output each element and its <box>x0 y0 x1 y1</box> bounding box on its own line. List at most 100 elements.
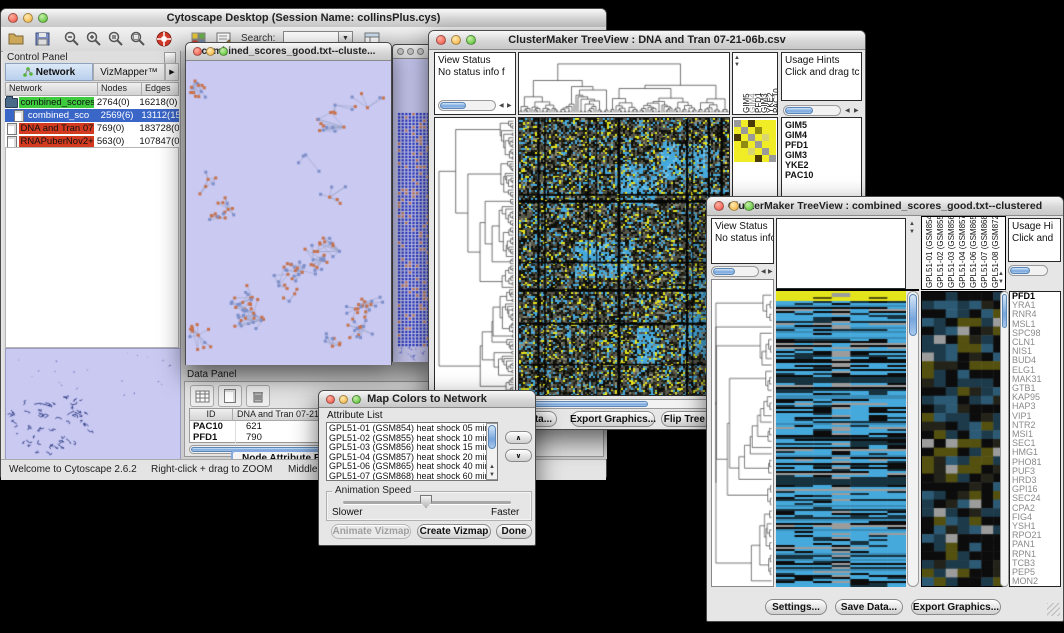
attribute-list-item[interactable]: GPL51-07 (GSM868) heat shock 60 min <box>327 472 485 482</box>
scroll-thumb[interactable] <box>909 294 917 336</box>
treeview1-heatmap[interactable] <box>518 117 730 396</box>
save-button[interactable] <box>31 29 53 49</box>
zoom-button[interactable] <box>417 48 424 55</box>
delete-attribute-icon[interactable] <box>246 385 270 407</box>
scroll-right-icon[interactable]: ▶ <box>768 269 773 275</box>
network-view-titlebar[interactable]: combined_scores_good.txt--cluste... <box>186 43 391 61</box>
scroll-down-icon[interactable]: ▼ <box>489 472 495 478</box>
help-lifesaver-icon[interactable] <box>153 29 175 49</box>
tab-vizmapper[interactable]: VizMapper™ <box>93 63 165 81</box>
col-network[interactable]: Network <box>6 83 98 95</box>
scroll-up-icon[interactable]: ▲ <box>489 464 495 470</box>
treeview2-heatmap[interactable] <box>776 291 906 587</box>
gene-label[interactable]: MON2 <box>1010 577 1060 586</box>
zoom-selected-icon[interactable] <box>105 29 127 49</box>
scroll-left-icon[interactable]: ◀ <box>761 269 766 275</box>
zoom-button[interactable] <box>352 395 361 404</box>
network-view-canvas[interactable] <box>186 61 391 365</box>
treeview2-row-dendrogram[interactable] <box>711 279 774 587</box>
zoom-fit-icon[interactable] <box>127 29 149 49</box>
zoom-button[interactable] <box>38 13 48 23</box>
dialog-titlebar[interactable]: Map Colors to Network <box>319 391 535 408</box>
close-button[interactable] <box>436 35 446 45</box>
scroll-up-icon[interactable]: ▲ <box>998 271 1004 277</box>
zoom-in-icon[interactable] <box>83 29 105 49</box>
close-button[interactable] <box>326 395 335 404</box>
animate-vizmap-button[interactable]: Animate Vizmap <box>331 524 411 539</box>
matrix-cell <box>755 155 762 162</box>
scroll-right-icon[interactable]: ▶ <box>854 108 859 114</box>
close-button[interactable] <box>8 13 18 23</box>
table-col-id[interactable]: ID <box>190 409 233 420</box>
network-tab-icon <box>23 67 33 77</box>
network-row-selected[interactable]: combined_sco 2569(6) 13112(15) <box>5 109 179 122</box>
treeview1-row-dendrogram[interactable] <box>434 117 516 396</box>
treeview2-cluster-heatmap[interactable] <box>922 292 1005 586</box>
usage-hints-text: Click and <box>1009 233 1060 245</box>
scroll-up-icon[interactable]: ▲ <box>734 55 740 61</box>
zoom-out-icon[interactable] <box>61 29 83 49</box>
minimize-button[interactable] <box>729 201 739 211</box>
zoom-button[interactable] <box>466 35 476 45</box>
scroll-left-icon[interactable]: ◀ <box>499 103 504 109</box>
treeview2-save-data-button[interactable]: Save Data... <box>835 599 903 615</box>
zoom-button[interactable] <box>744 201 754 211</box>
scroll-down-icon[interactable]: ▼ <box>909 229 915 235</box>
minimize-button[interactable] <box>339 395 348 404</box>
background-window-titlebar[interactable] <box>393 45 433 59</box>
close-button[interactable] <box>397 48 404 55</box>
resize-grip[interactable] <box>1047 603 1060 616</box>
scroll-thumb[interactable] <box>488 425 496 449</box>
col-nodes[interactable]: Nodes <box>98 83 142 95</box>
attribute-list-vscrollbar[interactable]: ▲ ▼ <box>486 423 498 480</box>
scroll-thumb[interactable] <box>520 401 648 407</box>
minimize-button[interactable] <box>206 47 215 56</box>
treeview1-export-graphics-button[interactable]: Export Graphics... <box>571 411 655 427</box>
minimize-button[interactable] <box>23 13 33 23</box>
zoom-button[interactable] <box>219 47 228 56</box>
scroll-down-icon[interactable]: ▼ <box>734 62 740 68</box>
scroll-thumb[interactable] <box>1010 267 1030 274</box>
treeview1-heatmap-hscrollbar[interactable] <box>518 399 730 409</box>
matrix-cell <box>734 120 741 127</box>
network-row-combined-scores[interactable]: combined_scores 2764(0) 16218(0) <box>5 96 179 109</box>
usage-hints-hscrollbar[interactable] <box>783 105 841 116</box>
tab-network[interactable]: Network <box>5 63 93 81</box>
treeview2-settings-button[interactable]: Settings... <box>765 599 827 615</box>
scroll-thumb[interactable] <box>440 102 466 109</box>
create-vizmap-button[interactable]: Create Vizmap <box>417 524 491 539</box>
treeview2-titlebar[interactable]: ClusterMaker TreeView : combined_scores_… <box>707 197 1063 216</box>
scroll-left-icon[interactable]: ◀ <box>845 108 850 114</box>
close-button[interactable] <box>714 201 724 211</box>
treeview1-titlebar[interactable]: ClusterMaker TreeView : DNA and Tran 07-… <box>429 31 865 50</box>
move-down-button[interactable]: ∨ <box>505 449 532 462</box>
view-status-hscrollbar[interactable] <box>711 266 759 277</box>
scroll-right-icon[interactable]: ▶ <box>507 103 512 109</box>
treeview2-vscrollbar[interactable] <box>907 291 919 587</box>
view-status-hscrollbar[interactable] <box>438 100 496 111</box>
close-button[interactable] <box>193 47 202 56</box>
network-row-dna-tran[interactable]: DNA and Tran 07 769(0) 183728(0) <box>5 122 179 135</box>
done-button[interactable]: Done <box>496 524 532 539</box>
scroll-down-icon[interactable]: ▼ <box>998 279 1004 285</box>
scroll-up-icon[interactable]: ▲ <box>909 221 915 227</box>
network-overview-canvas[interactable] <box>5 348 181 460</box>
similarity-matrix[interactable] <box>734 120 776 162</box>
usage-hints-hscrollbar[interactable] <box>1008 265 1048 276</box>
scroll-thumb[interactable] <box>1002 294 1007 328</box>
col-edges[interactable]: Edges <box>142 83 178 95</box>
scroll-thumb[interactable] <box>713 268 735 275</box>
treeview1-column-dendrogram[interactable] <box>518 52 730 115</box>
tab-overflow-button[interactable]: ▶ <box>165 63 179 81</box>
move-up-button[interactable]: ∧ <box>505 431 532 444</box>
gene-list-vscrollbar[interactable] <box>1000 291 1009 587</box>
scroll-thumb[interactable] <box>785 107 813 114</box>
attribute-select-icon[interactable] <box>190 385 214 407</box>
open-file-button[interactable] <box>5 29 27 49</box>
minimize-button[interactable] <box>451 35 461 45</box>
treeview2-export-graphics-button[interactable]: Export Graphics... <box>911 599 1001 615</box>
new-attribute-icon[interactable] <box>218 385 242 407</box>
minimize-button[interactable] <box>407 48 414 55</box>
grid-network-canvas[interactable] <box>393 59 433 362</box>
main-titlebar[interactable]: Cytoscape Desktop (Session Name: collins… <box>1 9 606 28</box>
